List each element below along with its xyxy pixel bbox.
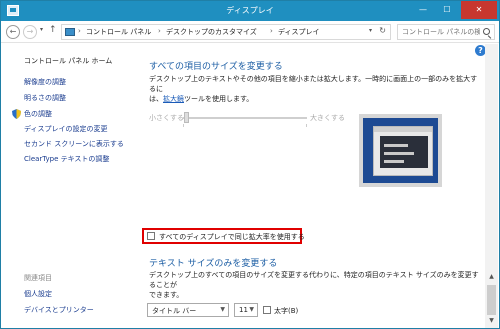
- address-dropdown-button[interactable]: ▾: [369, 27, 372, 34]
- description-line: できます。: [149, 291, 184, 299]
- breadcrumb-separator[interactable]: ›: [78, 27, 81, 35]
- sidebar-link-second-screen[interactable]: セカンド スクリーンに表示する: [24, 139, 124, 149]
- search-icon[interactable]: [483, 28, 490, 35]
- size-slider[interactable]: [183, 117, 307, 119]
- maximize-button[interactable]: ☐: [435, 1, 459, 19]
- sidebar-link-cleartype[interactable]: ClearType テキストの調整: [24, 154, 109, 164]
- preview-screen: [363, 118, 438, 183]
- bold-checkbox[interactable]: [263, 306, 271, 314]
- size-select[interactable]: 11 ▼: [234, 303, 258, 317]
- slider-ticks: [183, 124, 307, 127]
- item-select[interactable]: タイトル バー ▼: [147, 303, 229, 317]
- slider-small-label: 小さくする: [149, 114, 184, 122]
- sidebar-link-color[interactable]: 色の調整: [24, 109, 52, 119]
- minimize-button[interactable]: —: [411, 1, 435, 19]
- sidebar-link-devices-printers[interactable]: デバイスとプリンター: [24, 305, 94, 315]
- item-select-value: タイトル バー: [152, 307, 197, 315]
- up-button[interactable]: ↑: [49, 25, 57, 35]
- same-scale-label[interactable]: すべてのディスプレイで同じ拡大率を使用する: [159, 232, 305, 242]
- close-button[interactable]: ✕: [461, 1, 497, 19]
- breadcrumb-control-panel[interactable]: コントロール パネル: [86, 27, 151, 37]
- sidebar-link-display-settings[interactable]: ディスプレイの設定の変更: [24, 124, 108, 134]
- left-pane: コントロール パネル ホーム 解像度の調整 明るさの調整 色の調整 ディスプレイ…: [1, 44, 131, 328]
- slider-large-label: 大きくする: [310, 114, 345, 122]
- preview-bar: [384, 152, 414, 155]
- refresh-icon[interactable]: ↻: [379, 26, 386, 35]
- preview-window-titlebar: [374, 127, 432, 132]
- heading-change-size: すべての項目のサイズを変更する: [149, 62, 283, 72]
- display-window: ディスプレイ — ☐ ✕ ← → ▾ ↑ › コントロール パネル › デスクト…: [0, 0, 500, 329]
- bold-label[interactable]: 太字(B): [274, 306, 298, 316]
- back-button[interactable]: ←: [6, 25, 20, 39]
- breadcrumb-separator[interactable]: ›: [158, 27, 161, 35]
- sidebar-link-personalization[interactable]: 個人設定: [24, 289, 52, 299]
- scroll-thumb[interactable]: [487, 285, 496, 315]
- control-panel-icon: [65, 28, 75, 36]
- sidebar-link-brightness[interactable]: 明るさの調整: [24, 93, 66, 103]
- description-suffix: ツールを使用します。: [184, 95, 254, 103]
- breadcrumb-separator[interactable]: ›: [270, 27, 273, 35]
- breadcrumb-display[interactable]: ディスプレイ: [278, 27, 320, 37]
- preview-window-content: [380, 136, 428, 168]
- description-change-size: デスクトップ上のテキストやその他の項目を縮小または拡大します。一時的に画面上の一…: [149, 74, 479, 104]
- preview-window: [373, 126, 433, 176]
- preview-bar: [384, 144, 408, 147]
- description-line: デスクトップ上のすべての項目のサイズを変更する代わりに、特定の項目のテキスト サ…: [149, 271, 479, 289]
- description-line: は、拡大鏡ツールを使用します。: [149, 94, 479, 104]
- magnifier-link[interactable]: 拡大鏡: [163, 95, 184, 103]
- preview-image: [359, 114, 442, 187]
- recent-locations-button[interactable]: ▾: [40, 26, 43, 33]
- chevron-down-icon: ▼: [220, 306, 225, 313]
- description-prefix: は、: [149, 95, 163, 103]
- control-panel-home-link[interactable]: コントロール パネル ホーム: [24, 56, 112, 66]
- size-select-value: 11: [239, 306, 248, 314]
- breadcrumb-desktop-customization[interactable]: デスクトップのカスタマイズ: [166, 27, 257, 37]
- description-line: デスクトップ上のテキストやその他の項目を縮小または拡大します。一時的に画面上の一…: [149, 75, 478, 93]
- chevron-down-icon: ▼: [249, 306, 254, 313]
- scroll-down-button[interactable]: ▼: [485, 317, 498, 327]
- search-box[interactable]: [397, 24, 495, 40]
- heading-text-size: テキスト サイズのみを変更する: [149, 259, 278, 269]
- forward-button[interactable]: →: [23, 25, 37, 39]
- address-bar: ← → ▾ ↑ › コントロール パネル › デスクトップのカスタマイズ › デ…: [1, 21, 499, 43]
- search-input[interactable]: [402, 27, 480, 37]
- breadcrumb[interactable]: › コントロール パネル › デスクトップのカスタマイズ › ディスプレイ ▾ …: [61, 24, 391, 40]
- shield-icon: [12, 109, 21, 119]
- scroll-up-button[interactable]: ▲: [485, 273, 498, 283]
- title-bar: ディスプレイ — ☐ ✕: [1, 1, 499, 21]
- preview-bar: [384, 160, 404, 163]
- sidebar-link-resolution[interactable]: 解像度の調整: [24, 77, 66, 87]
- see-also-heading: 関連項目: [24, 274, 52, 282]
- description-text-size: デスクトップ上のすべての項目のサイズを変更する代わりに、特定の項目のテキスト サ…: [149, 270, 479, 300]
- size-slider-thumb[interactable]: [184, 112, 189, 123]
- same-scale-checkbox[interactable]: [147, 232, 155, 240]
